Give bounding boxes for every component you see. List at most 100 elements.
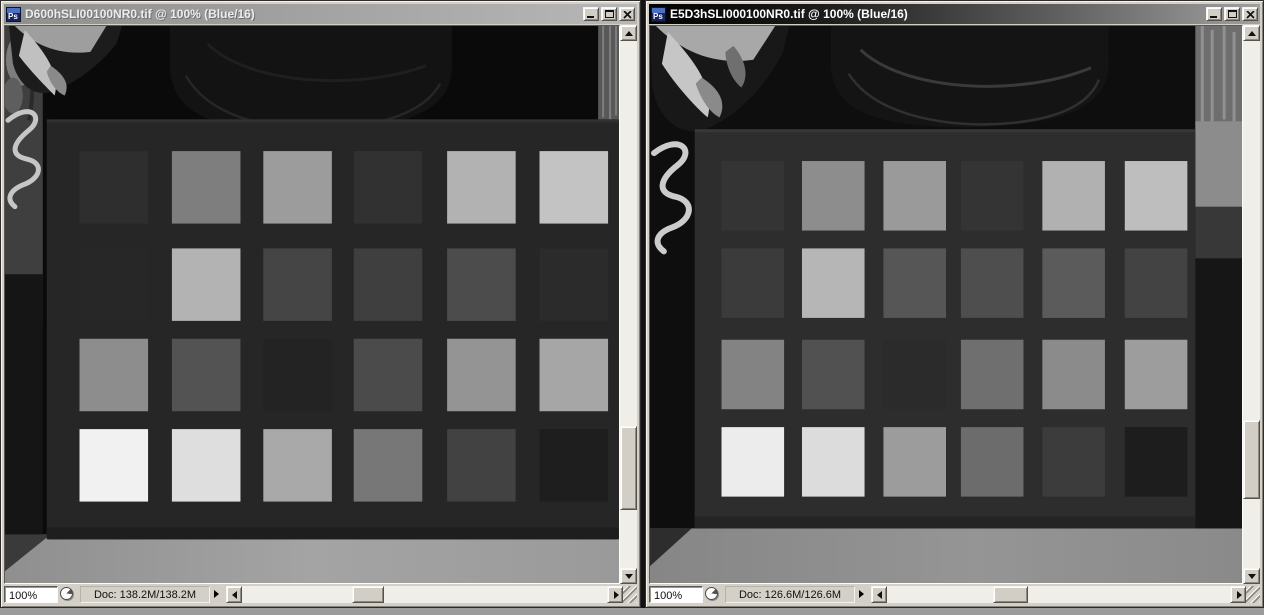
colorchecker-patch [353, 338, 423, 412]
resize-grip[interactable] [1246, 586, 1260, 603]
arrow-left-icon [877, 591, 882, 599]
doc-size-text: Doc: 126.6M/126.6M [738, 588, 842, 601]
scroll-left-button[interactable] [226, 586, 242, 603]
colorchecker-patch [353, 429, 423, 502]
scroll-down-button[interactable] [620, 568, 637, 584]
window-title: E5D3hSLI000100NR0.tif @ 100% (Blue/16) [670, 7, 908, 21]
window-title: D600hSLI00100NR0.tif @ 100% (Blue/16) [25, 7, 255, 21]
timer-button[interactable] [58, 586, 77, 603]
horizontal-scroll-track[interactable] [887, 586, 1230, 603]
maximize-button[interactable] [1224, 7, 1240, 21]
colorchecker-patch [79, 248, 149, 321]
colorchecker-patch [1124, 248, 1188, 318]
vertical-scroll-thumb[interactable] [1243, 420, 1260, 500]
colorchecker-patch [539, 338, 609, 412]
colorchecker-patch [171, 151, 241, 224]
photoshop-workspace: Ps D600hSLI00100NR0.tif @ 100% (Blue/16) [0, 0, 1264, 615]
doc-size-panel: Doc: 138.2M/138.2M [80, 586, 210, 603]
horizontal-scroll-thumb[interactable] [993, 586, 1028, 603]
close-icon [623, 11, 632, 19]
colorchecker-patch [1124, 427, 1188, 497]
bottle [830, 26, 1109, 128]
vertical-scroll-thumb[interactable] [620, 425, 637, 511]
colorchecker-patch [960, 427, 1024, 497]
minimize-icon [1210, 16, 1217, 18]
doc-size-text: Doc: 138.2M/138.2M [93, 588, 197, 601]
maximize-button[interactable] [601, 7, 617, 21]
bottle [169, 26, 453, 132]
titlebar[interactable]: Ps D600hSLI00100NR0.tif @ 100% (Blue/16) [4, 4, 637, 24]
scroll-down-button[interactable] [1243, 568, 1260, 584]
horizontal-scrollbar[interactable] [226, 586, 623, 603]
status-popup-button[interactable] [211, 586, 224, 603]
status-bar: Doc: 138.2M/138.2M [4, 585, 637, 604]
horizontal-scroll-track[interactable] [242, 586, 607, 603]
popup-arrow-icon [214, 590, 219, 598]
colorchecker-patch [353, 248, 423, 321]
colorchecker-patch [883, 248, 946, 318]
colorchecker-patch [1124, 339, 1188, 410]
close-button[interactable] [1242, 7, 1258, 21]
minimize-icon [587, 16, 594, 18]
colorchecker-patch [883, 427, 946, 497]
horizontal-scroll-thumb[interactable] [351, 586, 385, 603]
colorchecker-patch [447, 338, 516, 412]
photoshop-file-icon: Ps [6, 6, 21, 22]
colorchecker-patch [801, 339, 865, 410]
clock-icon [60, 587, 73, 600]
colorchecker-patch [721, 339, 785, 410]
arrow-right-icon [614, 591, 619, 599]
colorchecker-patch [1042, 161, 1105, 231]
colorchecker-patch [539, 429, 609, 502]
status-popup-button[interactable] [856, 586, 869, 603]
document-canvas[interactable] [4, 25, 620, 584]
vertical-scroll-track[interactable] [1243, 41, 1260, 568]
colorchecker-patch [721, 161, 785, 231]
zoom-input[interactable] [649, 586, 703, 603]
colorchecker-patch [447, 429, 516, 502]
document-canvas[interactable] [649, 25, 1243, 584]
scroll-left-button[interactable] [871, 586, 887, 603]
scroll-right-button[interactable] [607, 586, 623, 603]
desktop-strip [0, 608, 1264, 615]
photo-blue-channel [5, 26, 619, 583]
scroll-up-button[interactable] [1243, 25, 1260, 41]
tapestry-strip [1195, 26, 1242, 529]
photo-blue-channel [650, 26, 1242, 583]
popup-arrow-icon [859, 590, 864, 598]
vertical-scroll-track[interactable] [620, 41, 637, 568]
horizontal-scrollbar[interactable] [871, 586, 1246, 603]
colorchecker-patch [263, 248, 332, 321]
maximize-icon [1228, 10, 1237, 18]
arrow-up-icon [625, 31, 633, 36]
colorchecker-patch [1124, 161, 1188, 231]
close-button[interactable] [619, 7, 635, 21]
arrow-right-icon [1237, 591, 1242, 599]
document-window-5d3: Ps E5D3hSLI000100NR0.tif @ 100% (Blue/16… [645, 0, 1264, 608]
colorchecker-patch [539, 151, 609, 224]
status-bar: Doc: 126.6M/126.6M [649, 585, 1260, 604]
timer-button[interactable] [703, 586, 722, 603]
arrow-down-icon [625, 574, 633, 579]
colorchecker-patch [263, 151, 332, 224]
minimize-button[interactable] [583, 7, 599, 21]
scroll-up-button[interactable] [620, 25, 637, 41]
arrow-down-icon [1248, 574, 1256, 579]
zoom-input[interactable] [4, 586, 58, 603]
colorchecker-patch [1042, 248, 1105, 318]
close-icon [1246, 11, 1255, 19]
arrow-left-icon [232, 591, 237, 599]
colorchecker-patch [263, 429, 332, 502]
colorchecker-patch [801, 427, 865, 497]
colorchecker-patch [353, 151, 423, 224]
scroll-right-button[interactable] [1230, 586, 1246, 603]
minimize-button[interactable] [1206, 7, 1222, 21]
file-icon-label: Ps [653, 11, 663, 21]
resize-grip[interactable] [623, 586, 637, 603]
titlebar[interactable]: Ps E5D3hSLI000100NR0.tif @ 100% (Blue/16… [649, 4, 1260, 24]
colorchecker-patch [721, 427, 785, 497]
vertical-scrollbar[interactable] [620, 25, 637, 584]
vertical-scrollbar[interactable] [1243, 25, 1260, 584]
colorchecker-patch [79, 429, 149, 502]
colorchecker-patch [883, 161, 946, 231]
